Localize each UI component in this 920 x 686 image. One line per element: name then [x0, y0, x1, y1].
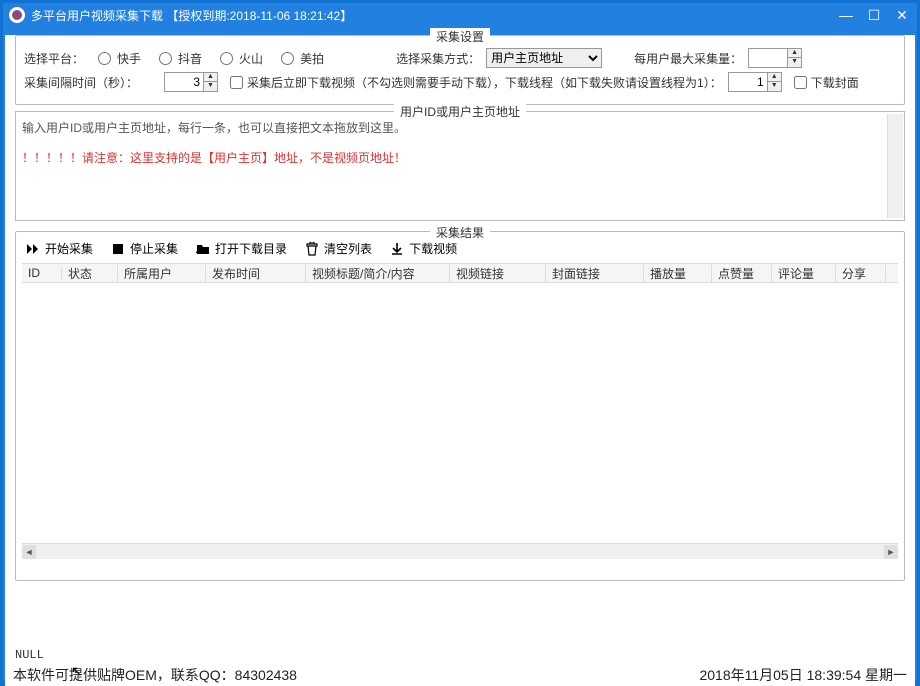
userid-legend: 用户ID或用户主页地址: [394, 103, 526, 120]
platform-radio-kuaishou[interactable]: 快手: [98, 50, 141, 67]
platform-radio-huoshan[interactable]: 火山: [220, 50, 263, 67]
max-per-user-label: 每用户最大采集量：: [634, 50, 742, 67]
collect-settings-legend: 采集设置: [430, 28, 490, 45]
spinner-down-icon[interactable]: ▼: [787, 58, 801, 67]
table-body: [22, 283, 898, 543]
column-header[interactable]: 封面链接: [546, 265, 644, 282]
footer-left-text: 本软件可提供贴牌OEM，联系QQ：84302438: [13, 665, 699, 685]
platform-label: 选择平台：: [24, 50, 84, 67]
spinner-up-icon[interactable]: ▲: [767, 73, 781, 82]
platform-radio-meipai[interactable]: 美拍: [281, 50, 324, 67]
status-text: NULL: [15, 648, 44, 662]
open-dir-button[interactable]: 打开下载目录: [196, 240, 287, 257]
column-header[interactable]: 分享: [836, 265, 886, 282]
column-header[interactable]: 所属用户: [118, 265, 206, 282]
results-legend: 采集结果: [430, 224, 490, 241]
results-group: 采集结果 开始采集 停止采集: [15, 231, 905, 581]
column-header[interactable]: ID: [22, 266, 62, 280]
column-header[interactable]: 状态: [62, 265, 118, 282]
download-cover-checkbox[interactable]: 下载封面: [794, 74, 859, 91]
platform-radio-group: 快手 抖音 火山 美拍: [98, 50, 324, 67]
textarea-scrollbar[interactable]: [887, 114, 903, 218]
userid-group: 用户ID或用户主页地址 输入用户ID或用户主页地址，每行一条，也可以直接把文本拖…: [15, 111, 905, 221]
minimize-button[interactable]: —: [837, 7, 855, 24]
download-video-button[interactable]: 下载视频: [390, 240, 457, 257]
max-per-user-input[interactable]: ▲▼: [748, 48, 802, 68]
close-button[interactable]: ✕: [893, 7, 911, 24]
start-collect-button[interactable]: 开始采集: [26, 240, 93, 257]
spinner-down-icon[interactable]: ▼: [767, 82, 781, 91]
stop-icon: [111, 242, 125, 256]
horizontal-scrollbar[interactable]: ◄ ►: [22, 543, 898, 559]
table-header-row: ID状态所属用户发布时间视频标题/简介/内容视频链接封面链接播放量点赞量评论量分…: [22, 263, 898, 283]
collect-settings-group: 采集设置 选择平台： 快手 抖音 火山 美拍 选择采集方式： 用户主页地址 每用…: [15, 35, 905, 105]
folder-open-icon: [196, 242, 210, 256]
trash-icon: [305, 242, 319, 256]
column-header[interactable]: 发布时间: [206, 265, 306, 282]
scroll-right-icon[interactable]: ►: [884, 545, 898, 559]
download-icon: [390, 242, 404, 256]
column-header[interactable]: 播放量: [644, 265, 712, 282]
column-header[interactable]: 点赞量: [712, 265, 772, 282]
spinner-up-icon[interactable]: ▲: [203, 73, 217, 82]
spinner-up-icon[interactable]: ▲: [787, 49, 801, 58]
results-table: ID状态所属用户发布时间视频标题/简介/内容视频链接封面链接播放量点赞量评论量分…: [22, 263, 898, 559]
window-title: 多平台用户视频采集下载 【授权到期:2018-11-06 18:21:42】: [31, 7, 837, 24]
column-header[interactable]: 视频标题/简介/内容: [306, 265, 450, 282]
interval-input[interactable]: ▲▼: [164, 72, 218, 92]
column-header[interactable]: 视频链接: [450, 265, 546, 282]
thread-input[interactable]: ▲▼: [728, 72, 782, 92]
userid-textarea[interactable]: 输入用户ID或用户主页地址，每行一条，也可以直接把文本拖放到这里。 ！！！！！请…: [16, 112, 904, 220]
play-forward-icon: [26, 242, 40, 256]
interval-label: 采集间隔时间（秒）：: [24, 74, 138, 91]
footer-bar: 本软件可提供贴牌OEM，联系QQ：84302438 2018年11月05日 18…: [5, 664, 915, 686]
collect-mode-select[interactable]: 用户主页地址: [486, 48, 602, 68]
after-download-checkbox[interactable]: 采集后立即下载视频（不勾选则需要手动下载），下载线程（如下载失败请设置线程为1）…: [230, 74, 722, 91]
titlebar: 多平台用户视频采集下载 【授权到期:2018-11-06 18:21:42】 —…: [3, 3, 917, 27]
column-header[interactable]: 评论量: [772, 265, 836, 282]
spinner-down-icon[interactable]: ▼: [203, 82, 217, 91]
platform-radio-douyin[interactable]: 抖音: [159, 50, 202, 67]
stop-collect-button[interactable]: 停止采集: [111, 240, 178, 257]
scroll-left-icon[interactable]: ◄: [22, 545, 36, 559]
app-icon: [9, 7, 25, 23]
maximize-button[interactable]: ☐: [865, 7, 883, 24]
clear-list-button[interactable]: 清空列表: [305, 240, 372, 257]
collect-mode-label: 选择采集方式：: [396, 50, 480, 67]
footer-datetime: 2018年11月05日 18:39:54 星期一: [699, 665, 907, 685]
